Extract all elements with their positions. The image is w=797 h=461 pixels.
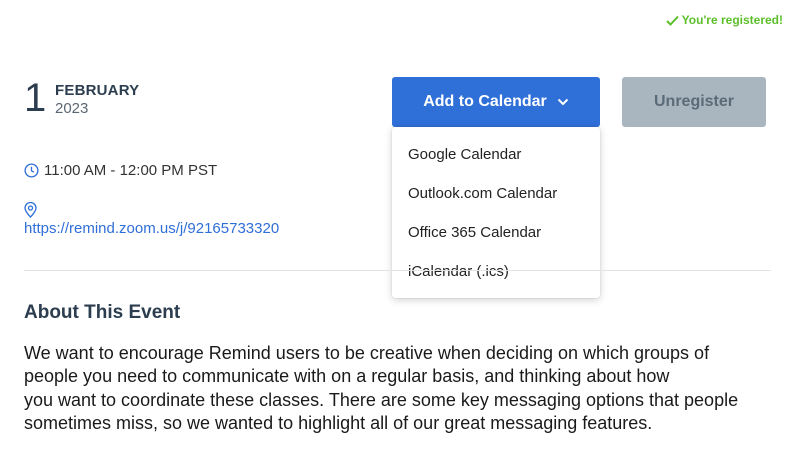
menu-item-icalendar[interactable]: iCalendar (.ics) [392,252,600,291]
about-section-body: We want to encourage Remind users to be … [24,342,784,435]
registration-status: You're registered! [665,13,783,27]
location-pin-icon [24,202,37,218]
event-day: 1 [24,76,47,120]
add-to-calendar-button[interactable]: Add to Calendar [392,77,600,127]
event-location-link[interactable]: https://remind.zoom.us/j/92165733320 [24,220,279,237]
menu-item-office365-calendar[interactable]: Office 365 Calendar [392,213,600,252]
chevron-down-icon [557,98,568,106]
unregister-label: Unregister [653,93,735,110]
calendar-dropdown-menu: Google Calendar Outlook.com Calendar Off… [392,127,600,298]
about-line: people you need to communicate with on a… [24,366,670,387]
clock-icon [24,163,39,178]
add-to-calendar-label: Add to Calendar [423,93,547,110]
event-year: 2023 [55,100,89,117]
menu-item-google-calendar[interactable]: Google Calendar [392,135,600,174]
registration-status-text: You're registered! [681,13,783,27]
check-icon [665,15,679,26]
event-time: 11:00 AM - 12:00 PM PST [24,162,217,179]
about-line: you want to coordinate these classes. Th… [24,389,739,410]
about-line: sometimes miss, so we wanted to highligh… [24,412,653,433]
event-month: FEBRUARY [55,82,140,99]
section-divider [24,270,771,271]
about-section-title: About This Event [24,302,181,323]
menu-item-outlook-calendar[interactable]: Outlook.com Calendar [392,174,600,213]
about-line: We want to encourage Remind users to be … [24,343,710,363]
unregister-button[interactable]: Unregister [622,77,766,127]
event-time-text: 11:00 AM - 12:00 PM PST [44,162,218,179]
